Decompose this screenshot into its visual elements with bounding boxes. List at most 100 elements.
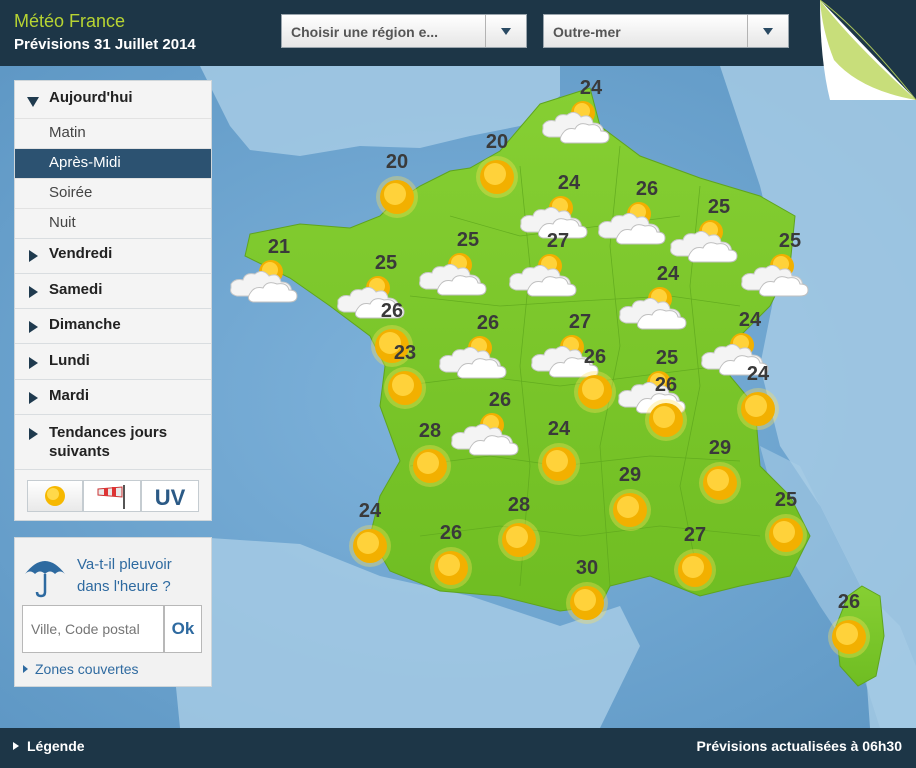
triangle-right-icon (29, 286, 38, 298)
forecast-temp: 25 (778, 230, 802, 252)
page-curl-icon[interactable] (820, 0, 916, 100)
divider (15, 379, 211, 380)
forecast-temp: 20 (385, 151, 409, 173)
mode-tabs: UV (27, 480, 199, 512)
sun-icon (430, 547, 472, 589)
meteo-app: 24 20 20 24 26 25 21 25 25 27 25 24 26 26 27 24 25 23 26 26… (0, 0, 916, 768)
nav-day-today[interactable]: Aujourd'hui (15, 89, 211, 117)
nav-period-nuit[interactable]: Nuit (15, 208, 211, 238)
nav-period-matin[interactable]: Matin (15, 118, 211, 148)
region-select-value: Choisir une région e... (291, 24, 439, 40)
divider (15, 343, 211, 344)
forecast-temp: 24 (746, 363, 770, 385)
partly-cloudy-icon (598, 202, 666, 245)
mode-tab-uv-label: UV (154, 485, 186, 510)
nav-trends-line2: suivants (49, 443, 110, 460)
sun-icon (645, 399, 687, 441)
divider (15, 469, 211, 470)
nav-day-today-label: Aujourd'hui (49, 89, 133, 106)
nav-day-label: Vendredi (49, 245, 113, 262)
forecast-temp: 24 (358, 500, 382, 522)
triangle-right-icon (13, 742, 19, 750)
mode-tab-weather[interactable] (27, 480, 83, 512)
forecast-temp: 26 (635, 178, 659, 200)
forecast-temp: 25 (655, 347, 679, 369)
forecast-temp: 24 (579, 77, 603, 99)
outremer-select-value: Outre-mer (553, 24, 621, 40)
forecast-temp: 29 (708, 437, 732, 459)
divider (15, 238, 211, 239)
legend-link[interactable]: Légende (13, 738, 85, 754)
nav-trends[interactable]: Tendances jours suivants (15, 423, 211, 467)
partly-cloudy-icon (230, 260, 298, 303)
sun-icon (538, 443, 580, 485)
update-time: Prévisions actualisées à 06h30 (696, 738, 902, 754)
sun-icon (376, 176, 418, 218)
umbrella-icon (25, 561, 65, 598)
nav-day-samedi[interactable]: Samedi (15, 281, 211, 309)
nav-day-mardi[interactable]: Mardi (15, 387, 211, 415)
nav-day-dimanche[interactable]: Dimanche (15, 316, 211, 344)
outremer-select[interactable]: Outre-mer (543, 14, 789, 48)
sun-icon (409, 445, 451, 487)
footer-bar: Légende Prévisions actualisées à 06h30 (0, 728, 916, 768)
header-bar: Météo France Prévisions 31 Juillet 2014 … (0, 0, 916, 66)
divider (15, 273, 211, 274)
forecast-temp: 26 (583, 346, 607, 368)
sun-icon (349, 525, 391, 567)
nav-period-apres-midi[interactable]: Après-Midi (15, 148, 211, 178)
nav-period-soiree[interactable]: Soirée (15, 178, 211, 208)
zones-link-label: Zones couvertes (35, 661, 139, 677)
partly-cloudy-icon (509, 254, 577, 297)
mode-tab-uv[interactable]: UV (141, 480, 199, 512)
forecast-temp: 24 (547, 418, 571, 440)
sun-icon (476, 156, 518, 198)
divider (15, 414, 211, 415)
forecast-temp: 30 (575, 557, 599, 579)
ok-button[interactable]: Ok (164, 605, 202, 653)
forecast-temp: 29 (618, 464, 642, 486)
city-input[interactable] (22, 605, 164, 653)
rain-question-line1: Va-t-il pleuvoir (77, 556, 172, 573)
rain-widget: Va-t-il pleuvoir dans l'heure ? Ok Zones… (14, 537, 212, 687)
forecast-temp: 21 (267, 236, 291, 258)
triangle-down-icon (27, 97, 39, 107)
day-navigation: Aujourd'hui Matin Après-Midi Soirée Nuit… (14, 80, 212, 521)
partly-cloudy-icon (451, 413, 519, 456)
windsock-icon (97, 485, 125, 509)
partly-cloudy-icon (439, 336, 507, 379)
forecast-temp: 20 (485, 131, 509, 153)
nav-day-vendredi[interactable]: Vendredi (15, 245, 211, 273)
triangle-right-icon (29, 357, 38, 369)
triangle-right-icon (29, 392, 38, 404)
forecast-temp: 25 (456, 229, 480, 251)
forecast-temp: 25 (774, 489, 798, 511)
forecast-temp: 23 (393, 342, 417, 364)
forecast-temp: 25 (374, 252, 398, 274)
forecast-temp: 27 (568, 311, 592, 333)
chevron-down-icon[interactable] (747, 15, 788, 47)
divider (15, 308, 211, 309)
triangle-right-icon (29, 428, 38, 440)
partly-cloudy-icon (670, 220, 738, 263)
brand-title: Météo France (14, 11, 126, 31)
nav-day-label: Lundi (49, 352, 90, 369)
forecast-temp: 26 (654, 374, 678, 396)
forecast-temp: 24 (557, 172, 581, 194)
nav-trends-line1: Tendances jours (49, 424, 168, 441)
zones-link[interactable]: Zones couvertes (23, 661, 139, 677)
partly-cloudy-icon (542, 101, 610, 144)
nav-day-label: Samedi (49, 281, 103, 298)
sun-icon (765, 514, 807, 556)
sun-icon (566, 582, 608, 624)
sun-icon (699, 462, 741, 504)
sun-icon (609, 489, 651, 531)
chevron-down-icon[interactable] (485, 15, 526, 47)
partly-cloudy-icon (741, 254, 809, 297)
nav-day-label: Mardi (49, 387, 90, 404)
region-select[interactable]: Choisir une région e... (281, 14, 527, 48)
mode-tab-wind[interactable] (83, 480, 141, 512)
forecast-date: Prévisions 31 Juillet 2014 (14, 36, 196, 53)
legend-label: Légende (27, 738, 85, 754)
nav-day-lundi[interactable]: Lundi (15, 352, 211, 380)
